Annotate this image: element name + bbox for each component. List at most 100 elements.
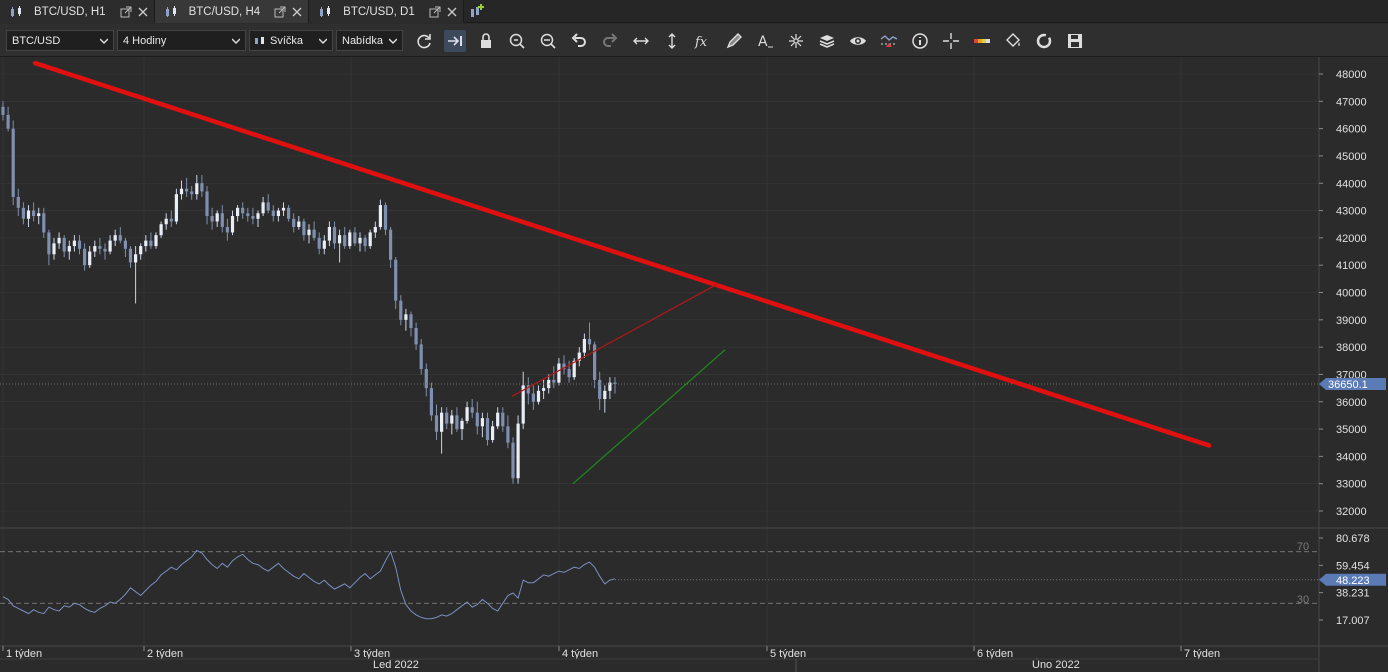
candle-body [475, 412, 479, 427]
quote-select[interactable]: Nabídka [336, 30, 403, 51]
price-tick-label: 38000 [1336, 342, 1367, 354]
eye-icon [850, 37, 866, 45]
horizontal-resize-icon [633, 37, 649, 45]
candle-body [169, 218, 173, 222]
candle-body [491, 426, 495, 440]
candle-body [134, 254, 138, 263]
price-tick-label: 45000 [1336, 151, 1367, 163]
candle-body [174, 194, 178, 222]
symbol-select[interactable]: BTC/USD [6, 30, 114, 51]
candle-body [343, 235, 347, 247]
close-icon[interactable] [447, 7, 457, 17]
candle-body [16, 196, 20, 208]
current-price-marker: 36650.1 [1319, 377, 1386, 391]
candle-body [516, 423, 520, 479]
autoscroll-button[interactable] [444, 30, 466, 52]
popout-icon[interactable] [429, 6, 441, 18]
indicators-button[interactable]: fx [692, 30, 714, 52]
rsi-level-30-label: 30 [1297, 594, 1309, 606]
redo-icon [603, 33, 618, 47]
candle-body [88, 251, 92, 266]
zoom-out-button[interactable] [537, 30, 559, 52]
close-icon[interactable] [138, 7, 148, 17]
objects-button[interactable] [785, 30, 807, 52]
month-label: Led 2022 [373, 659, 419, 671]
chevron-down-icon [232, 38, 240, 45]
candle-body [353, 232, 357, 244]
zoom-in-icon [509, 33, 525, 49]
week-label: 7 týden [1184, 648, 1220, 660]
candle-body [307, 229, 311, 236]
draw-button[interactable] [723, 30, 745, 52]
reset-button[interactable] [1033, 30, 1055, 52]
candle-body [108, 240, 112, 252]
candle-body [598, 379, 602, 400]
add-chart-icon [470, 4, 484, 17]
candle-body [118, 235, 122, 241]
close-icon[interactable] [292, 7, 302, 17]
tab-bar: BTC/USD, H1 BTC/USD, H4 BTC/USD, D1 [0, 0, 1388, 23]
zoom-in-button[interactable] [506, 30, 528, 52]
timeframe-select[interactable]: 4 Hodiny [117, 30, 246, 51]
price-tick-label: 48000 [1336, 69, 1367, 81]
candle-body [429, 388, 433, 416]
candle-body [480, 418, 484, 427]
price-tick-label: 40000 [1336, 288, 1367, 300]
candle-body [195, 183, 199, 195]
save-button[interactable] [1064, 30, 1086, 52]
candle-body [552, 379, 556, 383]
refresh-button[interactable] [413, 30, 435, 52]
fill-button[interactable] [1002, 30, 1024, 52]
new-chart-tab-button[interactable] [464, 0, 490, 22]
indicator-chart-button[interactable] [878, 30, 900, 52]
candle-body [256, 213, 260, 219]
vertical-resize-button[interactable] [661, 30, 683, 52]
candle-body [230, 216, 235, 233]
crosshair-button[interactable] [940, 30, 962, 52]
candle-body [154, 235, 158, 247]
candle-body [200, 183, 204, 192]
candle-body [225, 226, 229, 233]
price-tick-label: 46000 [1336, 124, 1367, 136]
candlestick-icon [11, 5, 21, 17]
candle-body [123, 240, 127, 249]
current-rsi-marker: 48.223 [1319, 573, 1386, 587]
candle-body [455, 415, 459, 430]
info-button[interactable] [909, 30, 931, 52]
popout-icon[interactable] [274, 6, 286, 18]
candle-body [266, 202, 270, 211]
candle-body [236, 207, 240, 217]
candle-body [83, 248, 87, 266]
price-tick-label: 41000 [1336, 260, 1367, 272]
color-scheme-button[interactable] [971, 30, 993, 52]
candle-body [536, 390, 541, 402]
popout-icon[interactable] [120, 6, 132, 18]
candle-body [445, 412, 449, 424]
redo-button[interactable] [599, 30, 621, 52]
candle-body [52, 243, 56, 255]
tab-btcusd-d1[interactable]: BTC/USD, D1 [309, 0, 464, 23]
candle-body [404, 314, 408, 320]
paint-bucket-icon [1006, 33, 1020, 47]
week-label: 6 týden [977, 648, 1013, 660]
text-tool-button[interactable]: A [754, 30, 776, 52]
horizontal-resize-button[interactable] [630, 30, 652, 52]
candle-body [378, 205, 382, 227]
visibility-button[interactable] [847, 30, 869, 52]
price-tick-label: 42000 [1336, 233, 1367, 245]
tab-btcusd-h1[interactable]: BTC/USD, H1 [0, 0, 155, 23]
price-tick-label: 39000 [1336, 315, 1367, 327]
lock-button[interactable] [475, 30, 497, 52]
refresh-icon [417, 34, 431, 49]
candle-body [317, 237, 321, 249]
layers-button[interactable] [816, 30, 838, 52]
rsi-tick-label: 59.454 [1336, 560, 1370, 572]
chart-type-select[interactable]: Svíčka [249, 30, 333, 51]
candle-body [47, 232, 51, 255]
price-tick-label: 44000 [1336, 178, 1367, 190]
price-chart[interactable]: 48000 47000 46000 45000 44000 43000 42000 41000… [0, 57, 1388, 672]
layers-icon [819, 35, 835, 48]
undo-button[interactable] [568, 30, 590, 52]
tab-btcusd-h4[interactable]: BTC/USD, H4 [154, 0, 310, 23]
candle-body [72, 240, 76, 247]
